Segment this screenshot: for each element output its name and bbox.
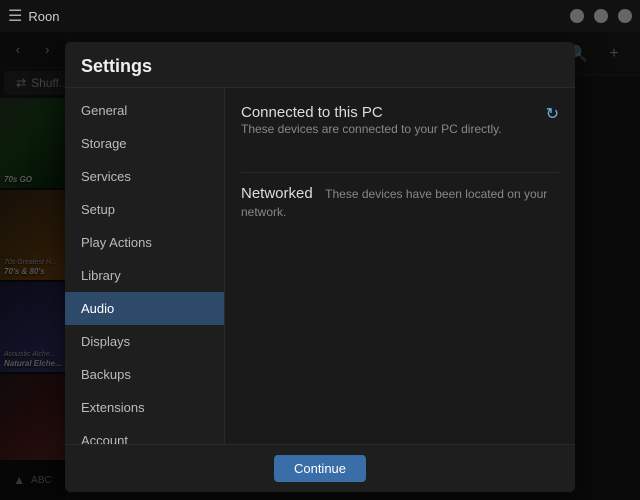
- nav-item-setup[interactable]: Setup: [65, 193, 224, 226]
- settings-content: Connected to this PC These devices are c…: [225, 88, 575, 444]
- nav-item-library[interactable]: Library: [65, 259, 224, 292]
- nav-item-extensions[interactable]: Extensions: [65, 391, 224, 424]
- minimize-button[interactable]: [570, 9, 584, 23]
- app-name: Roon: [28, 9, 59, 24]
- settings-overlay: Settings General Storage Services Setup …: [0, 32, 640, 500]
- settings-body: General Storage Services Setup Play Acti…: [65, 88, 575, 444]
- titlebar: ☰ Roon: [0, 0, 640, 32]
- nav-item-general[interactable]: General: [65, 94, 224, 127]
- settings-footer: Continue: [65, 444, 575, 492]
- nav-item-play-actions[interactable]: Play Actions: [65, 226, 224, 259]
- titlebar-controls: [570, 9, 632, 23]
- nav-item-account[interactable]: Account: [65, 424, 224, 444]
- connected-sub: These devices are connected to your PC d…: [241, 122, 502, 136]
- connected-section: Connected to this PC These devices are c…: [241, 104, 502, 152]
- menu-icon[interactable]: ☰: [8, 6, 22, 26]
- networked-section: Networked These devices have been locate…: [241, 185, 559, 221]
- maximize-button[interactable]: [594, 9, 608, 23]
- continue-button[interactable]: Continue: [274, 455, 366, 482]
- settings-dialog: Settings General Storage Services Setup …: [65, 42, 575, 492]
- nav-item-services[interactable]: Services: [65, 160, 224, 193]
- nav-item-storage[interactable]: Storage: [65, 127, 224, 160]
- section-divider: [241, 172, 559, 173]
- settings-nav: General Storage Services Setup Play Acti…: [65, 88, 225, 444]
- titlebar-left: ☰ Roon: [8, 6, 59, 26]
- main-area: ‹ › ⇄ Shuff... 70s GO 70's & 80's 70s Gr…: [0, 32, 640, 500]
- nav-item-audio[interactable]: Audio: [65, 292, 224, 325]
- close-button[interactable]: [618, 9, 632, 23]
- app-body: ‹ › ⇄ Shuff... 70s GO 70's & 80's 70s Gr…: [0, 32, 640, 500]
- connected-title: Connected to this PC: [241, 104, 383, 121]
- nav-item-displays[interactable]: Displays: [65, 325, 224, 358]
- networked-title: Networked: [241, 185, 313, 202]
- nav-item-backups[interactable]: Backups: [65, 358, 224, 391]
- settings-title: Settings: [65, 42, 575, 88]
- refresh-button[interactable]: ↻: [546, 104, 559, 124]
